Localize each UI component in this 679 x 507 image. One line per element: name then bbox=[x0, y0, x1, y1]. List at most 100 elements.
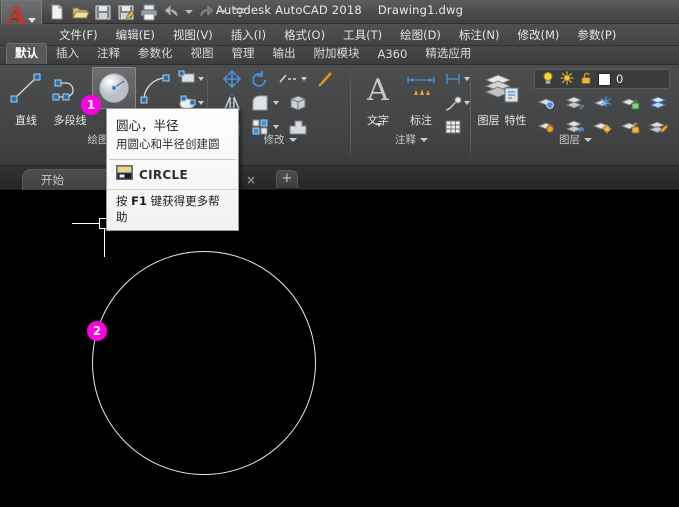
plot-icon[interactable] bbox=[139, 2, 159, 22]
menu-item-tools[interactable]: 工具(T) bbox=[334, 25, 391, 45]
ribbon-tab-output[interactable]: 输出 bbox=[264, 43, 305, 64]
layer-properties-label-2: 特性 bbox=[504, 114, 527, 127]
menu-item-file[interactable]: 文件(F) bbox=[50, 25, 107, 45]
annotation-panel-label[interactable]: 注释 bbox=[352, 132, 471, 147]
leader-icon[interactable] bbox=[442, 93, 464, 115]
menu-item-dimension[interactable]: 标注(N) bbox=[450, 25, 509, 45]
linear-dimension-icon[interactable] bbox=[442, 69, 464, 91]
layer-unisolate-icon[interactable] bbox=[564, 93, 586, 115]
save-as-icon[interactable] bbox=[116, 2, 136, 22]
3d-array-icon[interactable] bbox=[287, 93, 309, 115]
ribbon-tab-manage[interactable]: 管理 bbox=[223, 43, 264, 64]
rectangle-button[interactable] bbox=[176, 69, 198, 91]
file-tab-bar: 开始 × + bbox=[0, 166, 679, 190]
layers-stack-icon bbox=[476, 67, 528, 109]
drawn-circle[interactable] bbox=[92, 251, 316, 475]
menu-item-parametric[interactable]: 参数(P) bbox=[568, 25, 625, 45]
tooltip-command-name: CIRCLE bbox=[139, 167, 188, 182]
save-icon[interactable] bbox=[93, 2, 113, 22]
quick-access-toolbar[interactable] bbox=[47, 2, 250, 22]
text-icon: A bbox=[356, 67, 400, 109]
layer-freeze-icon[interactable] bbox=[592, 93, 614, 115]
trim-dropdown-icon[interactable] bbox=[301, 77, 307, 81]
ribbon-tab-annotate[interactable]: 注释 bbox=[88, 43, 129, 64]
dimension-button[interactable]: 标注 bbox=[399, 67, 443, 128]
line-icon bbox=[4, 67, 48, 109]
layer-isolate-icon[interactable] bbox=[536, 93, 558, 115]
ribbon-tab-insert[interactable]: 插入 bbox=[47, 43, 88, 64]
menu-item-view[interactable]: 视图(V) bbox=[164, 25, 222, 45]
layers-panel-label[interactable]: 图层 bbox=[472, 132, 679, 147]
array-dropdown-icon[interactable] bbox=[273, 125, 279, 129]
polyline-button-label: 多段线 bbox=[53, 114, 87, 127]
ribbon: 直线 多段线 绘图 修改 A 文字 标注 注释 图层 特性 0 图层 bbox=[0, 65, 679, 166]
menu-item-draw[interactable]: 绘图(D) bbox=[391, 25, 450, 45]
close-icon[interactable]: × bbox=[246, 173, 256, 187]
step-marker-2: 2 bbox=[87, 321, 107, 341]
svg-text:A: A bbox=[366, 73, 389, 107]
step-marker-1: 1 bbox=[81, 95, 101, 115]
ribbon-tab-a360[interactable]: A360 bbox=[369, 45, 417, 64]
autocad-window: Autodesk AutoCAD 2018 Drawing1.dwg A 文件(… bbox=[0, 0, 679, 507]
match-properties-icon[interactable] bbox=[315, 69, 337, 91]
draw-tools-dropdown-icon[interactable] bbox=[198, 101, 204, 105]
command-thumbnail-icon bbox=[116, 165, 133, 184]
dimension-icon bbox=[399, 67, 443, 109]
modify-panel-label-text: 修改 bbox=[263, 134, 285, 146]
current-layer-control[interactable]: 0 bbox=[534, 69, 670, 89]
undo-icon[interactable] bbox=[162, 2, 182, 22]
layer-lock-icon[interactable] bbox=[620, 93, 642, 115]
menu-item-format[interactable]: 格式(O) bbox=[275, 25, 334, 45]
modify-panel-expand-icon[interactable] bbox=[288, 137, 297, 142]
undo-dropdown-icon[interactable] bbox=[185, 10, 193, 14]
fillet-dropdown-icon[interactable] bbox=[273, 101, 279, 105]
tooltip-help-prefix: 按 bbox=[116, 194, 132, 208]
dimension-button-label: 标注 bbox=[410, 114, 432, 127]
sun-freeze-icon[interactable] bbox=[560, 70, 574, 89]
tooltip-command-row: CIRCLE bbox=[107, 160, 238, 189]
ribbon-tab-home[interactable]: 默认 bbox=[6, 43, 47, 64]
file-tab-label: 开始 bbox=[41, 173, 64, 187]
layer-color-swatch[interactable] bbox=[598, 72, 611, 86]
circle-command-tooltip: 圆心，半径 用圆心和半径创建圆 CIRCLE 按 F1 键获得更多帮助 bbox=[106, 108, 239, 231]
tooltip-title: 圆心，半径 bbox=[116, 118, 179, 133]
text-dropdown-icon[interactable] bbox=[376, 123, 382, 127]
ribbon-tab-parametric[interactable]: 参数化 bbox=[129, 43, 182, 64]
menu-item-insert[interactable]: 插入(I) bbox=[222, 25, 275, 45]
tooltip-help-key: F1 bbox=[131, 194, 148, 208]
line-button[interactable]: 直线 bbox=[4, 67, 48, 128]
title-bar: Autodesk AutoCAD 2018 Drawing1.dwg A bbox=[0, 0, 679, 31]
customize-qat-icon[interactable] bbox=[230, 2, 250, 22]
drawing-canvas[interactable] bbox=[0, 190, 679, 507]
layer-properties-button[interactable]: 图层 特性 bbox=[476, 67, 528, 128]
redo-dropdown-icon[interactable] bbox=[219, 10, 227, 14]
lightbulb-on-icon[interactable] bbox=[541, 70, 555, 89]
new-icon[interactable] bbox=[47, 2, 67, 22]
open-icon[interactable] bbox=[70, 2, 90, 22]
text-button[interactable]: A 文字 bbox=[356, 67, 400, 128]
new-tab-button[interactable]: + bbox=[276, 170, 298, 188]
move-icon[interactable] bbox=[221, 69, 243, 91]
menu-item-edit[interactable]: 编辑(E) bbox=[107, 25, 164, 45]
trim-icon[interactable] bbox=[277, 69, 299, 91]
panel-divider bbox=[470, 69, 471, 161]
ribbon-tab-view[interactable]: 视图 bbox=[182, 43, 223, 64]
layers-panel-label-text: 图层 bbox=[559, 134, 580, 146]
layer-previous-icon[interactable] bbox=[648, 93, 670, 115]
panel-divider bbox=[350, 69, 351, 161]
ribbon-tab-addins[interactable]: 附加模块 bbox=[305, 43, 369, 64]
ribbon-tab-featured-apps[interactable]: 精选应用 bbox=[416, 43, 480, 64]
current-layer-name: 0 bbox=[616, 72, 624, 86]
layer-properties-label-1: 图层 bbox=[477, 114, 500, 127]
menu-item-modify[interactable]: 修改(M) bbox=[509, 25, 569, 45]
rotate-icon[interactable] bbox=[249, 69, 271, 91]
redo-icon[interactable] bbox=[196, 2, 216, 22]
rectangle-dropdown-icon[interactable] bbox=[198, 77, 204, 81]
fillet-icon[interactable] bbox=[249, 93, 271, 115]
unlock-icon[interactable] bbox=[579, 70, 593, 89]
annotation-panel-label-text: 注释 bbox=[395, 134, 416, 146]
annotation-panel-expand-icon[interactable] bbox=[420, 137, 428, 142]
ribbon-tab-bar[interactable]: 默认 插入 注释 参数化 视图 管理 输出 附加模块 A360 精选应用 bbox=[0, 43, 679, 65]
layers-panel-expand-icon[interactable] bbox=[584, 137, 592, 142]
crosshair-horizontal bbox=[72, 223, 100, 224]
